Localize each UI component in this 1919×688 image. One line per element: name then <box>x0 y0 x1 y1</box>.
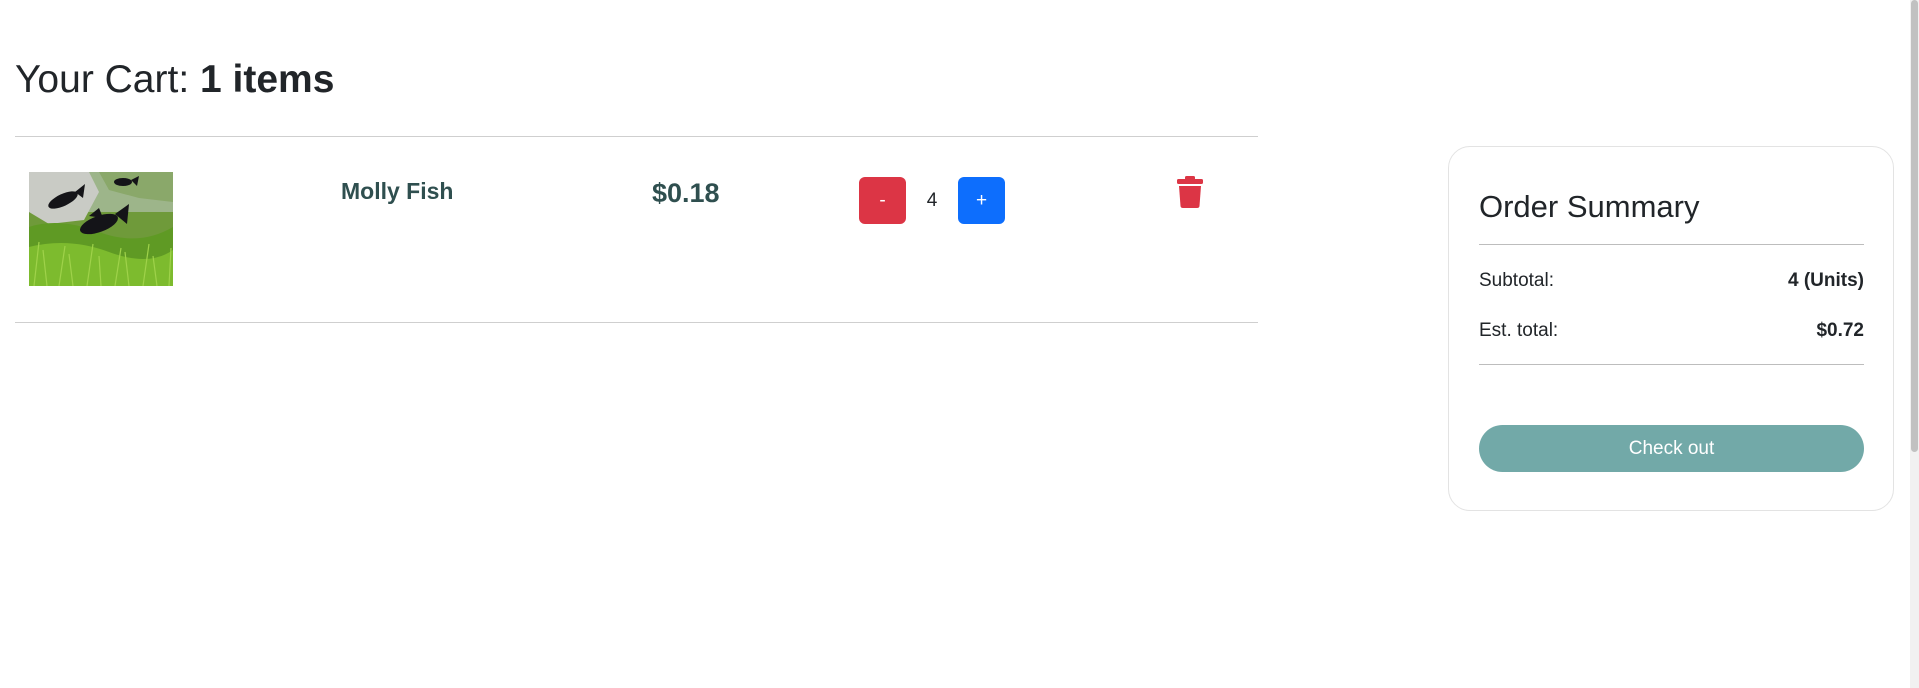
subtotal-label: Subtotal: <box>1479 270 1554 291</box>
cart-divider-top <box>15 136 1258 137</box>
order-summary-title: Order Summary <box>1479 189 1700 224</box>
cart-title-prefix: Your Cart: <box>15 58 200 101</box>
estimated-total-row: Est. total: $0.72 <box>1479 320 1864 342</box>
scrollbar-thumb[interactable] <box>1911 0 1918 452</box>
order-summary-card: Order Summary Subtotal: 4 (Units) Est. t… <box>1448 146 1894 511</box>
increase-quantity-button[interactable]: + <box>958 177 1005 224</box>
estimated-total-value: $0.72 <box>1816 320 1864 341</box>
cart-divider-bottom <box>15 322 1258 323</box>
summary-divider-top <box>1479 244 1864 245</box>
cart-page: Your Cart: 1 items Molly Fish $0.18 - 4 … <box>0 0 1919 688</box>
cart-title: Your Cart: 1 items <box>15 58 334 102</box>
subtotal-value: 4 (Units) <box>1788 270 1864 291</box>
decrease-quantity-button[interactable]: - <box>859 177 906 224</box>
product-name[interactable]: Molly Fish <box>341 178 453 205</box>
checkout-button[interactable]: Check out <box>1479 425 1864 472</box>
product-price: $0.18 <box>652 178 720 208</box>
estimated-total-label: Est. total: <box>1479 320 1559 341</box>
summary-divider-bottom <box>1479 364 1864 365</box>
trash-icon[interactable] <box>1177 176 1203 208</box>
product-image <box>29 172 173 286</box>
subtotal-row: Subtotal: 4 (Units) <box>1479 270 1864 292</box>
page-scrollbar[interactable] <box>1910 0 1919 688</box>
cart-item-count: 1 items <box>199 58 335 101</box>
quantity-value: 4 <box>926 190 938 211</box>
